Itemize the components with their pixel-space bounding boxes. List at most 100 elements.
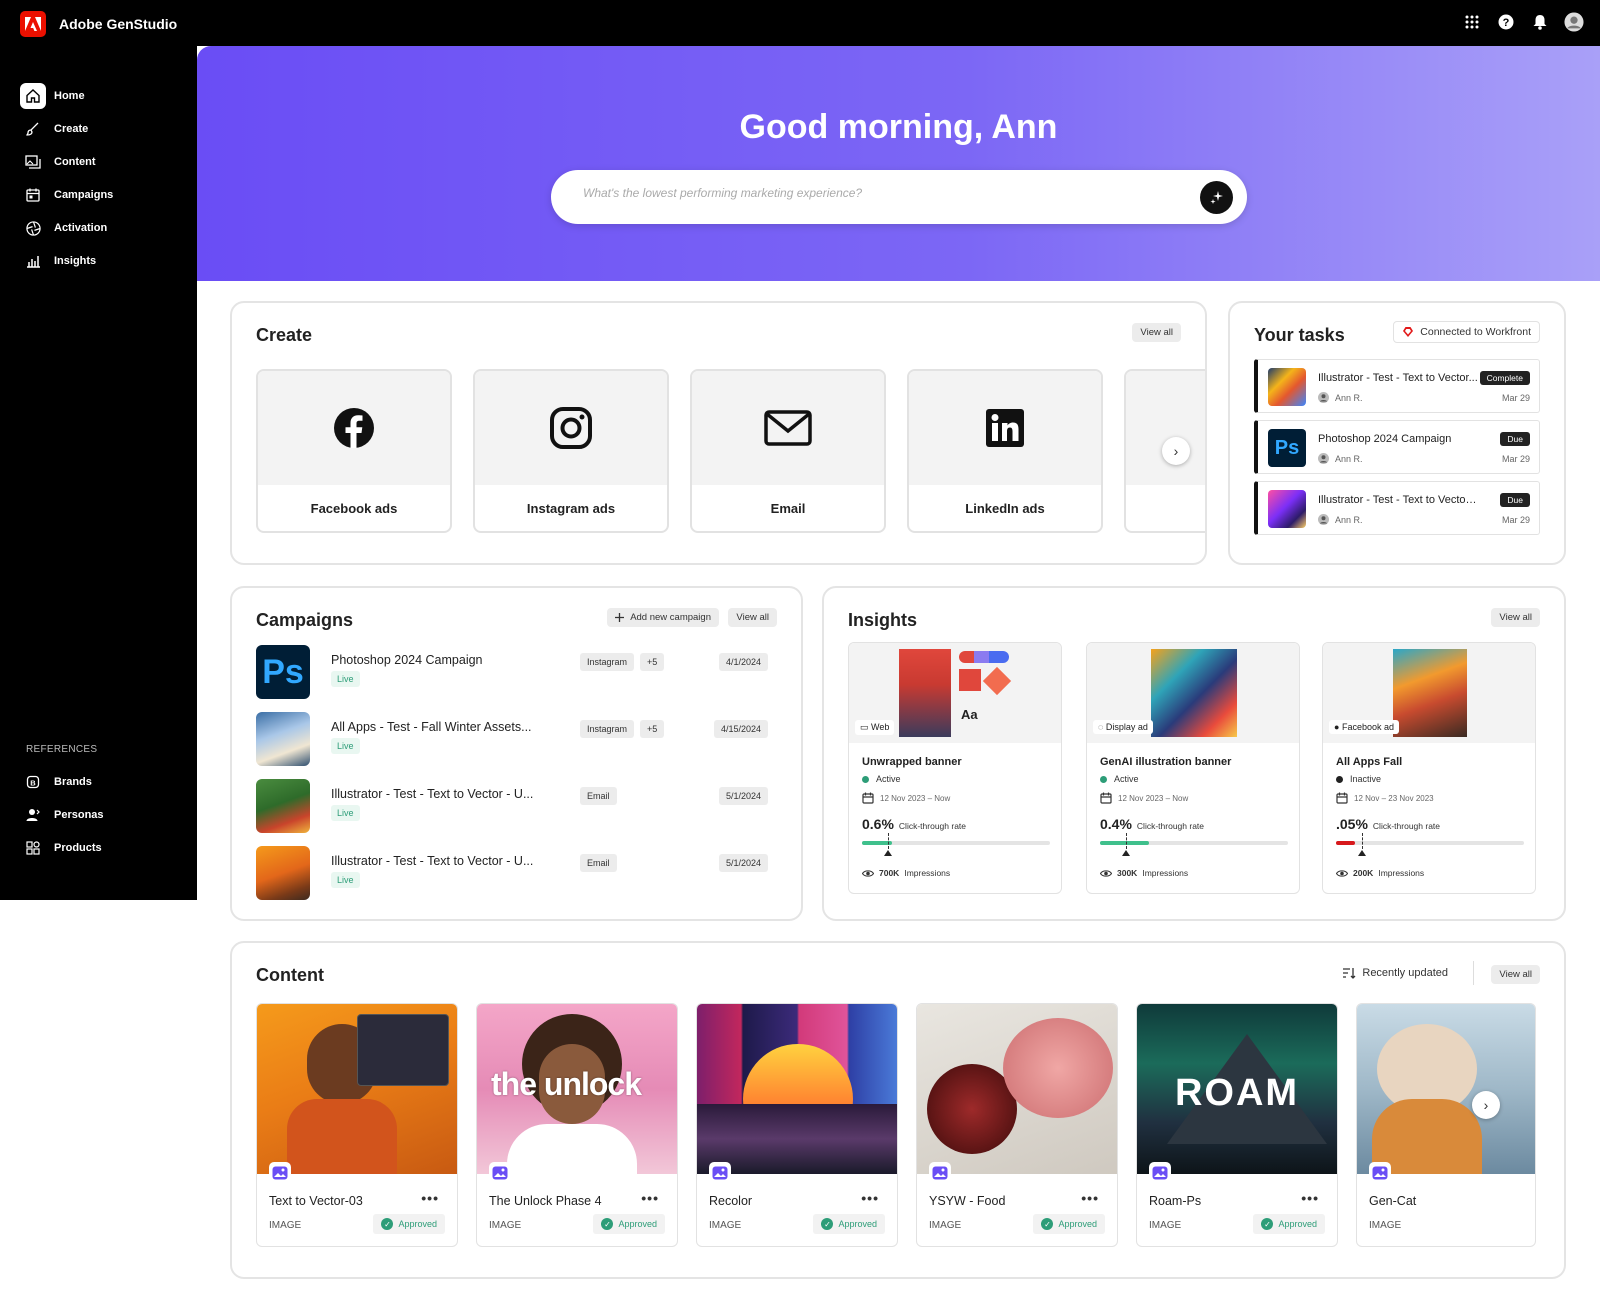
ai-generate-button[interactable] — [1200, 181, 1233, 214]
chevron-right-icon[interactable]: › — [1162, 437, 1190, 465]
insight-card[interactable]: ● Facebook ad All Apps Fall Inactive 12 … — [1322, 642, 1536, 894]
status-badge: Live — [331, 805, 360, 821]
more-options-icon[interactable]: ••• — [1301, 1190, 1319, 1206]
sort-label: Recently updated — [1362, 967, 1448, 979]
check-icon: ✓ — [381, 1218, 394, 1230]
create-tile-email[interactable]: Email — [690, 369, 886, 533]
nav-item-insights[interactable]: Insights — [20, 247, 180, 275]
create-view-all-button[interactable]: View all — [1132, 323, 1181, 342]
adobe-logo-icon[interactable] — [20, 11, 46, 37]
rate-value: .05% — [1336, 816, 1368, 832]
search-input[interactable] — [583, 186, 1183, 200]
channel-tag: Instagram — [580, 720, 635, 738]
content-tile[interactable]: ROAM Roam-Ps ••• IMAGE ✓ Approved — [1136, 1003, 1338, 1247]
task-item[interactable]: Ps Photoshop 2024 Campaign Ann R. Due Ma… — [1254, 420, 1540, 474]
channel-tag: Email — [580, 787, 617, 805]
content-tile[interactable]: Gen-Cat IMAGE — [1356, 1003, 1536, 1247]
task-user-name: Ann R. — [1335, 514, 1363, 525]
insight-rate: 0.4% Click-through rate — [1100, 816, 1204, 832]
content-tile[interactable]: the unlock The Unlock Phase 4 ••• IMAGE … — [476, 1003, 678, 1247]
app-name: Adobe GenStudio — [59, 16, 178, 32]
task-item[interactable]: Illustrator - Test - Text to Vector - US… — [1254, 481, 1540, 535]
content-type: IMAGE — [269, 1220, 302, 1231]
more-options-icon[interactable]: ••• — [641, 1190, 659, 1206]
approval-status: Approved — [1278, 1219, 1317, 1229]
campaigns-view-all-button[interactable]: View all — [728, 608, 777, 627]
content-name: Recolor — [709, 1194, 753, 1208]
performance-bar — [1336, 841, 1524, 845]
nav-item-products[interactable]: Products — [20, 834, 180, 862]
campaign-row[interactable]: Ps Photoshop 2024 Campaign Live Instagra… — [256, 645, 768, 699]
more-options-icon[interactable]: ••• — [861, 1190, 879, 1206]
impressions-value: 700K — [879, 868, 900, 878]
campaign-date: 4/1/2024 — [718, 653, 768, 671]
chevron-right-icon[interactable]: › — [1472, 1091, 1500, 1119]
search-bar — [551, 170, 1247, 224]
task-name: Illustrator - Test - Text to Vector... — [1318, 372, 1478, 384]
aperture-icon — [20, 215, 46, 241]
insight-card[interactable]: Aa ▭ Web Unwrapped banner Active 12 Nov … — [848, 642, 1062, 894]
nav-item-brands[interactable]: B Brands — [20, 768, 180, 796]
approval-status: Approved — [618, 1219, 657, 1229]
insight-dates: 12 Nov 2023 – Now — [1100, 792, 1188, 804]
content-tile[interactable]: Text to Vector-03 ••• IMAGE ✓ Approved — [256, 1003, 458, 1247]
content-image: ROAM — [1137, 1004, 1337, 1174]
campaign-thumbnail — [256, 846, 310, 900]
add-campaign-button[interactable]: Add new campaign — [607, 608, 719, 627]
photoshop-icon: Ps — [1268, 429, 1306, 467]
nav-item-content[interactable]: Content — [20, 148, 180, 176]
linkedin-icon — [986, 409, 1024, 447]
content-tile[interactable]: YSYW - Food ••• IMAGE ✓ Approved — [916, 1003, 1118, 1247]
task-user: Ann R. — [1318, 453, 1363, 464]
create-tile-facebook[interactable]: Facebook ads — [256, 369, 452, 533]
help-icon[interactable]: ? — [1496, 12, 1516, 32]
benchmark-triangle — [1122, 850, 1131, 856]
channel-tag: Email — [580, 854, 617, 872]
more-options-icon[interactable]: ••• — [421, 1190, 439, 1206]
user-avatar[interactable] — [1564, 12, 1584, 32]
task-item[interactable]: Illustrator - Test - Text to Vector... A… — [1254, 359, 1540, 413]
impressions: 300K Impressions — [1100, 868, 1188, 878]
date-range: 12 Nov 2023 – Now — [880, 793, 951, 803]
campaign-row[interactable]: All Apps - Test - Fall Winter Assets... … — [256, 712, 768, 766]
nav-item-create[interactable]: Create — [20, 115, 180, 143]
insight-status: Active — [862, 774, 901, 784]
campaign-row[interactable]: Illustrator - Test - Text to Vector - U.… — [256, 846, 768, 900]
impressions-label: Impressions — [1142, 868, 1189, 878]
nav-item-personas[interactable]: Personas — [20, 801, 180, 829]
content-name: Gen-Cat — [1369, 1194, 1417, 1208]
approval-status: Approved — [398, 1219, 437, 1229]
campaign-date: 5/1/2024 — [718, 787, 768, 805]
content-type: IMAGE — [489, 1220, 522, 1231]
insights-view-all-button[interactable]: View all — [1491, 608, 1540, 627]
mail-icon — [764, 410, 812, 446]
sort-control[interactable]: Recently updated — [1342, 967, 1448, 979]
performance-bar — [1100, 841, 1288, 845]
apps-grid-icon[interactable] — [1462, 12, 1482, 32]
nav-label: Activation — [54, 222, 108, 234]
content-tile[interactable]: Recolor ••• IMAGE ✓ Approved — [696, 1003, 898, 1247]
campaign-name: Photoshop 2024 Campaign — [331, 653, 483, 667]
svg-text:?: ? — [1503, 17, 1510, 29]
content-image — [917, 1004, 1117, 1174]
image-type-icon — [709, 1162, 731, 1184]
content-view-all-button[interactable]: View all — [1491, 965, 1540, 984]
display-ad-icon: ◌ — [1098, 722, 1104, 732]
campaign-name: Illustrator - Test - Text to Vector - U.… — [331, 787, 534, 801]
calendar-icon — [1336, 792, 1348, 804]
workfront-connection-badge[interactable]: Connected to Workfront — [1393, 321, 1540, 343]
nav-item-home[interactable]: Home — [20, 82, 180, 110]
task-user-name: Ann R. — [1335, 453, 1363, 464]
create-tile-instagram[interactable]: Instagram ads — [473, 369, 669, 533]
notification-bell-icon[interactable] — [1530, 12, 1550, 32]
web-icon: ▭ — [860, 722, 869, 732]
more-options-icon[interactable]: ••• — [1081, 1190, 1099, 1206]
insight-card[interactable]: ◌ Display ad GenAI illustration banner A… — [1086, 642, 1300, 894]
nav-item-activation[interactable]: Activation — [20, 214, 180, 242]
campaign-row[interactable]: Illustrator - Test - Text to Vector - U.… — [256, 779, 768, 833]
nav-item-campaigns[interactable]: Campaigns — [20, 181, 180, 209]
calendar-icon — [20, 182, 46, 208]
content-type: IMAGE — [709, 1220, 742, 1231]
create-tile-linkedin[interactable]: LinkedIn ads — [907, 369, 1103, 533]
avatar-icon — [1318, 453, 1329, 464]
